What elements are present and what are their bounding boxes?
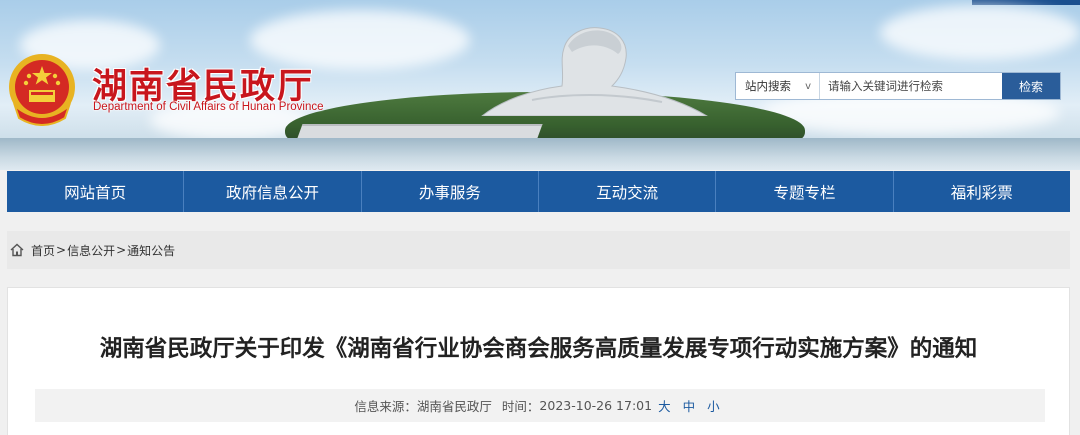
nav-item-services[interactable]: 办事服务 bbox=[362, 171, 539, 212]
source-value: 湖南省民政厅 bbox=[416, 399, 492, 414]
breadcrumb-separator: > bbox=[56, 243, 67, 257]
pier bbox=[297, 124, 543, 138]
search-button[interactable]: 检索 bbox=[1002, 73, 1060, 99]
site-subtitle: Department of Civil Affairs of Hunan Pro… bbox=[93, 101, 324, 113]
search-scope-label: 站内搜索 bbox=[745, 79, 791, 93]
nav-item-interaction[interactable]: 互动交流 bbox=[539, 171, 717, 212]
article-panel: 湖南省民政厅关于印发《湖南省行业协会商会服务高质量发展专项行动实施方案》的通知 … bbox=[7, 287, 1070, 435]
article-meta: 信息来源： 湖南省民政厅 时间： 2023-10-26 17:01 大 中 小 bbox=[35, 389, 1045, 422]
font-size-large-button[interactable]: 大 bbox=[658, 396, 671, 415]
breadcrumb-separator: > bbox=[116, 243, 127, 257]
breadcrumb-info-public[interactable]: 信息公开 bbox=[67, 242, 115, 259]
breadcrumb-home[interactable]: 首页 bbox=[31, 242, 55, 259]
river-water bbox=[0, 138, 1080, 170]
cloud bbox=[880, 5, 1080, 60]
statue-image bbox=[481, 27, 708, 116]
search-bar: 站内搜索 v 检索 bbox=[735, 72, 1061, 100]
nav-item-lottery[interactable]: 福利彩票 bbox=[894, 171, 1070, 212]
nav-item-gov-info[interactable]: 政府信息公开 bbox=[184, 171, 362, 212]
header-banner: 湖南省民政厅 Department of Civil Affairs of Hu… bbox=[0, 0, 1080, 170]
main-nav: 网站首页 政府信息公开 办事服务 互动交流 专题专栏 福利彩票 bbox=[7, 171, 1070, 212]
chevron-down-icon: v bbox=[805, 80, 811, 92]
nav-item-home[interactable]: 网站首页 bbox=[7, 171, 185, 212]
breadcrumb: 首页 > 信息公开 > 通知公告 bbox=[7, 231, 1070, 269]
home-icon bbox=[10, 243, 24, 257]
search-scope-select[interactable]: 站内搜索 v bbox=[736, 73, 820, 99]
search-input[interactable] bbox=[820, 73, 1002, 99]
font-size-small-button[interactable]: 小 bbox=[707, 396, 720, 415]
national-emblem-icon bbox=[9, 54, 75, 126]
breadcrumb-notices[interactable]: 通知公告 bbox=[127, 242, 175, 259]
source-label: 信息来源： bbox=[354, 399, 417, 414]
time-label: 时间： bbox=[501, 399, 540, 414]
time-value: 2023-10-26 17:01 bbox=[539, 398, 653, 413]
font-size-medium-button[interactable]: 中 bbox=[683, 396, 696, 415]
article-title: 湖南省民政厅关于印发《湖南省行业协会商会服务高质量发展专项行动实施方案》的通知 bbox=[99, 336, 978, 362]
nav-item-topics[interactable]: 专题专栏 bbox=[716, 171, 894, 212]
